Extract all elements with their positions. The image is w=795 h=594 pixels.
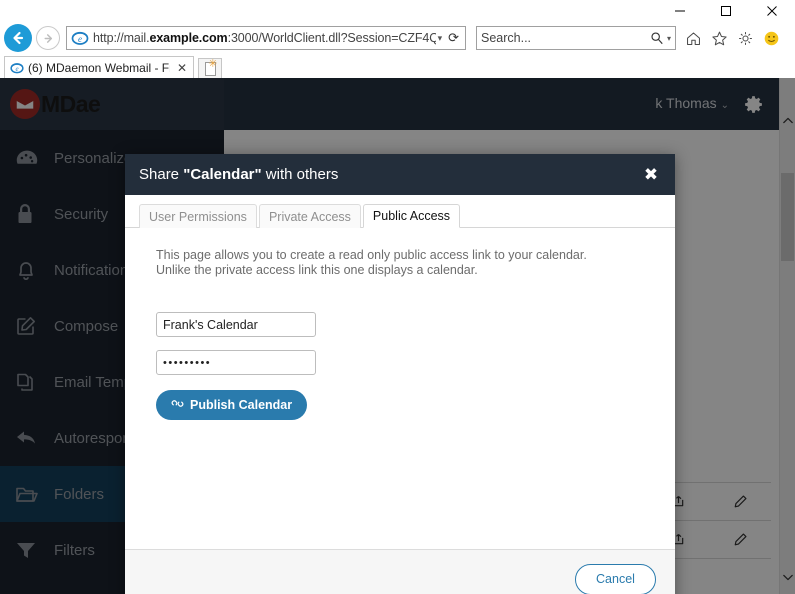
tab-user-permissions[interactable]: User Permissions xyxy=(139,204,257,228)
svg-text:e: e xyxy=(15,64,18,72)
dialog-header: Share "Calendar" with others ✖ xyxy=(125,154,675,195)
calendar-name-input[interactable]: Frank's Calendar xyxy=(156,312,316,337)
back-button[interactable] xyxy=(2,23,34,53)
address-dropdown-icon[interactable]: ▾ xyxy=(436,33,449,44)
publish-calendar-button[interactable]: Publish Calendar xyxy=(156,390,308,420)
search-box[interactable]: Search... ▾ xyxy=(476,26,676,50)
search-placeholder: Search... xyxy=(481,31,532,45)
new-tab-button[interactable]: ✳ xyxy=(198,58,222,78)
browser-tab-title: (6) MDaemon Webmail - Fr... xyxy=(28,60,170,75)
svg-text:e: e xyxy=(78,34,82,44)
tab-private-access[interactable]: Private Access xyxy=(258,204,361,228)
dialog-title: Share "Calendar" with others xyxy=(139,166,339,183)
forward-arrow-icon xyxy=(36,26,60,50)
dialog-description-line1: This page allows you to create a read on… xyxy=(156,248,587,262)
browser-window: e http://mail.example.com:3000/WorldClie… xyxy=(0,0,795,594)
new-tab-star-icon: ✳ xyxy=(208,57,218,70)
ie-logo-icon: e xyxy=(71,31,89,45)
search-icon[interactable] xyxy=(650,31,664,45)
back-arrow-icon xyxy=(4,24,32,52)
ie-logo-icon: e xyxy=(10,62,24,73)
password-input[interactable]: ••••••••• xyxy=(156,350,316,375)
title-bar xyxy=(0,0,795,22)
home-icon[interactable] xyxy=(684,29,703,48)
close-icon[interactable]: ✖ xyxy=(641,165,661,185)
link-chain-icon xyxy=(171,397,184,413)
tab-close-icon[interactable]: ✕ xyxy=(177,61,187,75)
address-bar[interactable]: e http://mail.example.com:3000/WorldClie… xyxy=(66,26,466,50)
publish-calendar-label: Publish Calendar xyxy=(190,398,293,412)
tab-public-access[interactable]: Public Access xyxy=(362,204,461,228)
browser-toolbar-icons xyxy=(684,29,781,48)
minimize-icon[interactable] xyxy=(657,0,703,22)
cancel-button[interactable]: Cancel xyxy=(575,563,656,594)
close-icon[interactable] xyxy=(749,0,795,22)
feedback-smiley-icon[interactable] xyxy=(762,29,781,48)
dialog-tabs: User Permissions Private Access Public A… xyxy=(125,195,675,228)
search-dropdown-icon[interactable]: ▾ xyxy=(667,34,671,43)
refresh-icon[interactable]: ⟳ xyxy=(448,30,461,46)
forward-button[interactable] xyxy=(34,23,62,53)
address-bar-text: http://mail.example.com:3000/WorldClient… xyxy=(93,31,436,45)
dialog-footer: Cancel xyxy=(125,549,675,594)
webmail-page: MDae k Thomas ⌄ Personalize Security Not… xyxy=(0,78,795,594)
share-calendar-dialog: Share "Calendar" with others ✖ User Perm… xyxy=(125,154,675,594)
navigation-bar: e http://mail.example.com:3000/WorldClie… xyxy=(0,22,795,54)
maximize-icon[interactable] xyxy=(703,0,749,22)
new-tab-icon: ✳ xyxy=(204,57,218,76)
dialog-body: This page allows you to create a read on… xyxy=(125,228,675,549)
tab-strip: e (6) MDaemon Webmail - Fr... ✕ ✳ xyxy=(0,54,795,78)
dialog-description-line2: Unlike the private access link this one … xyxy=(156,263,478,277)
tools-gear-icon[interactable] xyxy=(736,29,755,48)
favorites-star-icon[interactable] xyxy=(710,29,729,48)
window-controls xyxy=(657,0,795,22)
browser-tab[interactable]: e (6) MDaemon Webmail - Fr... ✕ xyxy=(4,56,194,78)
